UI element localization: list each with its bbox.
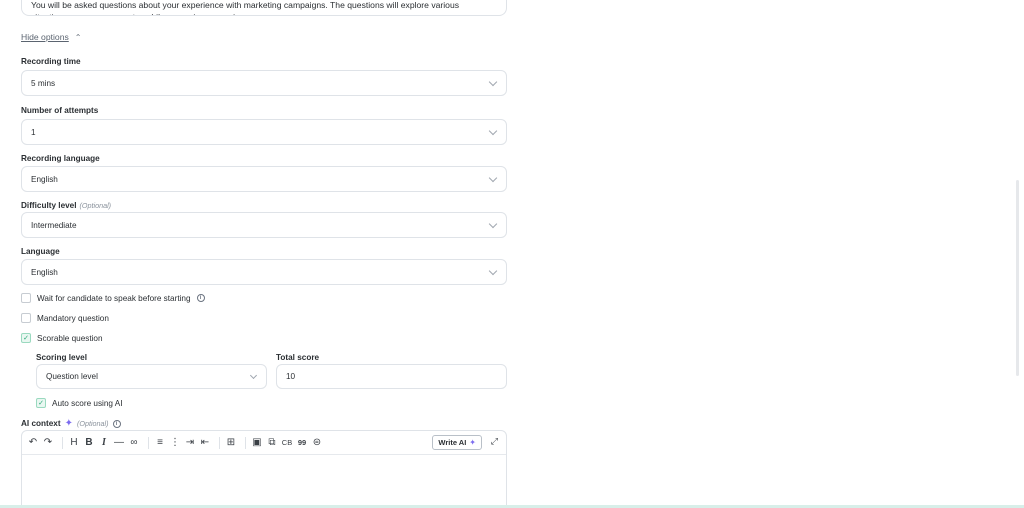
- difficulty-value: Intermediate: [31, 220, 77, 230]
- scorable-question-row[interactable]: ✓ Scorable question: [21, 333, 103, 343]
- chevron-down-icon: [488, 266, 498, 276]
- chevron-down-icon: [249, 371, 258, 380]
- ai-context-label: AI context ✦ (Optional) i: [21, 418, 121, 429]
- magic-wand-icon: ✦: [469, 438, 476, 447]
- expand-icon[interactable]: ⤢: [491, 436, 498, 447]
- wait-for-candidate-label: Wait for candidate to speak before start…: [37, 293, 191, 303]
- wait-for-candidate-checkbox[interactable]: [21, 293, 31, 303]
- hide-options-label: Hide options: [21, 32, 69, 42]
- difficulty-optional-hint: (Optional): [79, 201, 112, 210]
- difficulty-label-text: Difficulty level: [21, 201, 77, 210]
- strikethrough-icon[interactable]: ⊜: [311, 437, 323, 449]
- attempts-select[interactable]: 1: [21, 119, 507, 145]
- copy-icon[interactable]: ⧉: [266, 437, 278, 449]
- quote-icon[interactable]: 99: [296, 437, 308, 449]
- indent-icon[interactable]: ⇥: [184, 437, 196, 449]
- ordered-list-icon[interactable]: ≡: [154, 437, 166, 449]
- recording-time-label: Recording time: [21, 57, 81, 66]
- language-select[interactable]: English: [21, 259, 507, 285]
- info-icon[interactable]: i: [196, 294, 205, 302]
- page-scrollbar[interactable]: [1016, 180, 1019, 376]
- scoring-level-select[interactable]: Question level: [36, 364, 267, 389]
- recording-time-select[interactable]: 5 mins: [21, 70, 507, 96]
- recording-language-label: Recording language: [21, 154, 100, 163]
- checkmark-icon: ✓: [38, 400, 44, 407]
- recording-language-select[interactable]: English: [21, 166, 507, 192]
- code-icon[interactable]: ▣: [251, 437, 263, 449]
- mandatory-question-row[interactable]: Mandatory question: [21, 313, 109, 323]
- language-label: Language: [21, 247, 60, 256]
- write-ai-label: Write AI: [438, 438, 467, 447]
- auto-score-label: Auto score using AI: [52, 398, 123, 408]
- language-value: English: [31, 267, 58, 277]
- bold-icon[interactable]: B: [83, 437, 95, 449]
- checkmark-icon: ✓: [23, 335, 29, 342]
- mandatory-question-checkbox[interactable]: [21, 313, 31, 323]
- heading-icon[interactable]: H: [68, 437, 80, 449]
- chevron-down-icon: [488, 126, 498, 136]
- recording-language-value: English: [31, 174, 58, 184]
- scorable-question-label: Scorable question: [37, 333, 103, 343]
- attempts-value: 1: [31, 127, 36, 137]
- toolbar-divider: [62, 436, 63, 449]
- redo-icon[interactable]: ↷: [42, 437, 54, 449]
- total-score-value: 10: [286, 372, 296, 381]
- toolbar-divider: [219, 436, 220, 449]
- link-icon[interactable]: ∞: [128, 437, 140, 449]
- question-options-panel: You will be asked questions about your e…: [0, 0, 1024, 508]
- horizontal-rule-icon[interactable]: —: [113, 437, 125, 449]
- chevron-up-icon: ⌃: [74, 32, 82, 42]
- scoring-level-value: Question level: [46, 372, 98, 381]
- question-description-text: You will be asked questions about your e…: [31, 0, 460, 15]
- auto-score-row[interactable]: ✓ Auto score using AI: [36, 398, 123, 408]
- sparkle-icon: ✦: [64, 418, 73, 429]
- ai-context-optional-hint: (Optional): [76, 419, 109, 428]
- scorable-question-checkbox[interactable]: ✓: [21, 333, 31, 343]
- scoring-level-label: Scoring level: [36, 353, 87, 362]
- wait-for-candidate-row[interactable]: Wait for candidate to speak before start…: [21, 293, 205, 303]
- chevron-down-icon: [488, 219, 498, 229]
- toolbar-divider: [148, 436, 149, 449]
- difficulty-label: Difficulty level (Optional): [21, 201, 111, 210]
- total-score-label: Total score: [276, 353, 320, 362]
- ai-context-editor[interactable]: ↶ ↷ H B I — ∞ ≡ ⋮ ⇥ ⇤ ⊞ ▣ ⧉ CB 99 ⊜ Writ…: [21, 430, 507, 508]
- hide-options-toggle[interactable]: Hide options ⌃: [21, 31, 81, 43]
- undo-icon[interactable]: ↶: [27, 437, 39, 449]
- question-description-box[interactable]: You will be asked questions about your e…: [21, 0, 507, 16]
- table-icon[interactable]: ⊞: [225, 437, 237, 449]
- bullet-list-icon[interactable]: ⋮: [169, 437, 181, 449]
- chevron-down-icon: [488, 77, 498, 87]
- italic-icon[interactable]: I: [98, 437, 110, 449]
- code-block-icon[interactable]: CB: [281, 437, 293, 449]
- recording-time-value: 5 mins: [31, 78, 56, 88]
- mandatory-question-label: Mandatory question: [37, 313, 109, 323]
- editor-toolbar: ↶ ↷ H B I — ∞ ≡ ⋮ ⇥ ⇤ ⊞ ▣ ⧉ CB 99 ⊜ Writ…: [22, 431, 506, 455]
- difficulty-select[interactable]: Intermediate: [21, 212, 507, 238]
- outdent-icon[interactable]: ⇤: [199, 437, 211, 449]
- toolbar-divider: [245, 436, 246, 449]
- ai-context-label-text: AI context: [21, 419, 61, 428]
- write-ai-button[interactable]: Write AI ✦: [432, 435, 482, 450]
- total-score-input[interactable]: 10: [276, 364, 507, 389]
- auto-score-checkbox[interactable]: ✓: [36, 398, 46, 408]
- chevron-down-icon: [488, 173, 498, 183]
- info-icon[interactable]: i: [112, 419, 121, 428]
- attempts-label: Number of attempts: [21, 106, 99, 115]
